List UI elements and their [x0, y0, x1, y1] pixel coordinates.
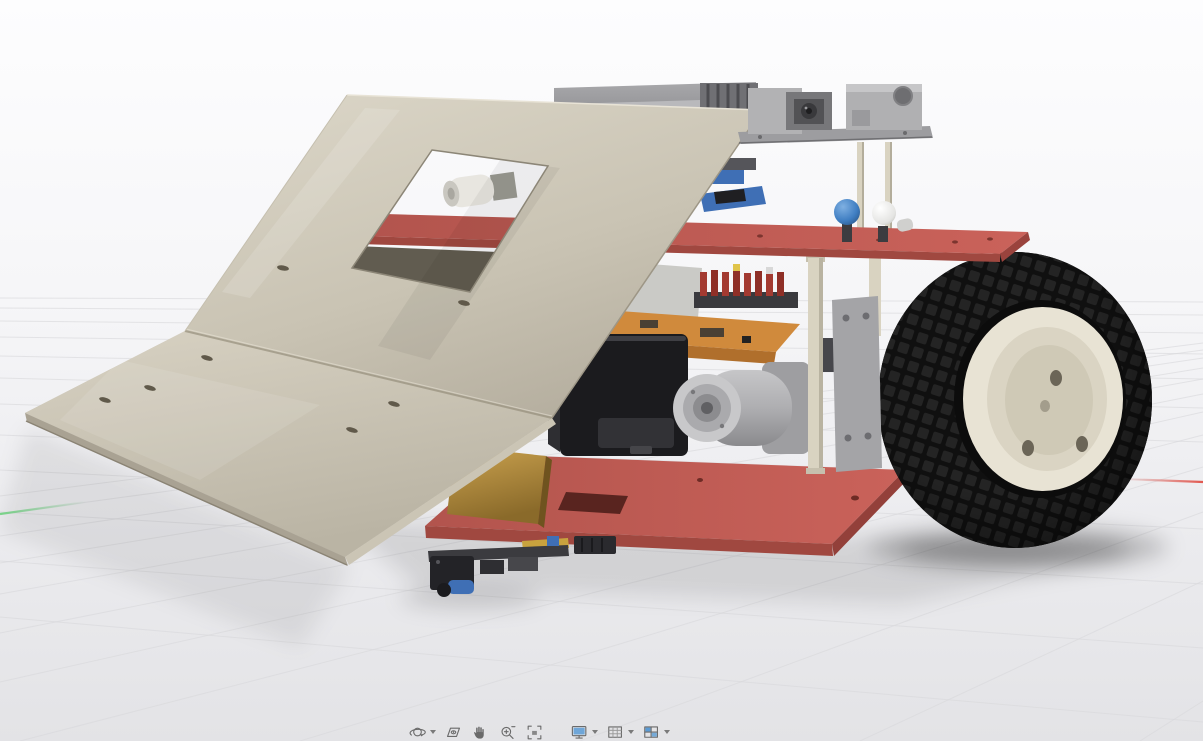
grid-and-snaps-icon — [606, 723, 625, 741]
grid-and-snaps-button[interactable] — [604, 721, 636, 741]
standoff-long[interactable] — [806, 256, 825, 474]
dropdown-caret — [628, 730, 634, 734]
zoom-button[interactable] — [496, 721, 519, 741]
right-wheel[interactable] — [878, 252, 1152, 548]
ground-axis-x-red — [1122, 479, 1203, 482]
pan-icon — [471, 723, 490, 741]
orbit-icon — [408, 723, 427, 741]
gearmotor[interactable] — [673, 362, 810, 454]
front-blue-module — [448, 580, 474, 594]
pin-headers[interactable] — [694, 264, 798, 308]
viewports-icon — [642, 723, 661, 741]
dropdown-caret — [592, 730, 598, 734]
dropdown-caret — [664, 730, 670, 734]
front-caster — [437, 583, 451, 597]
viewports-button[interactable] — [640, 721, 672, 741]
dropdown-caret — [430, 730, 436, 734]
display-settings-button[interactable] — [568, 721, 600, 741]
camera-module[interactable] — [738, 84, 933, 144]
viewport-canvas[interactable] — [0, 0, 1203, 741]
fit-icon — [525, 723, 544, 741]
navigation-toolbar — [406, 720, 672, 741]
fit-button[interactable] — [523, 721, 546, 741]
orbit-button[interactable] — [406, 721, 438, 741]
display-settings-icon — [570, 723, 589, 741]
look-at-button[interactable] — [442, 721, 465, 741]
blue-sphere — [834, 199, 860, 225]
blue-pcb[interactable] — [700, 186, 766, 212]
zoom-icon — [498, 723, 517, 741]
white-sphere — [872, 201, 896, 225]
motor-bracket[interactable] — [832, 296, 882, 472]
look-at-icon — [444, 723, 463, 741]
pan-button[interactable] — [469, 721, 492, 741]
